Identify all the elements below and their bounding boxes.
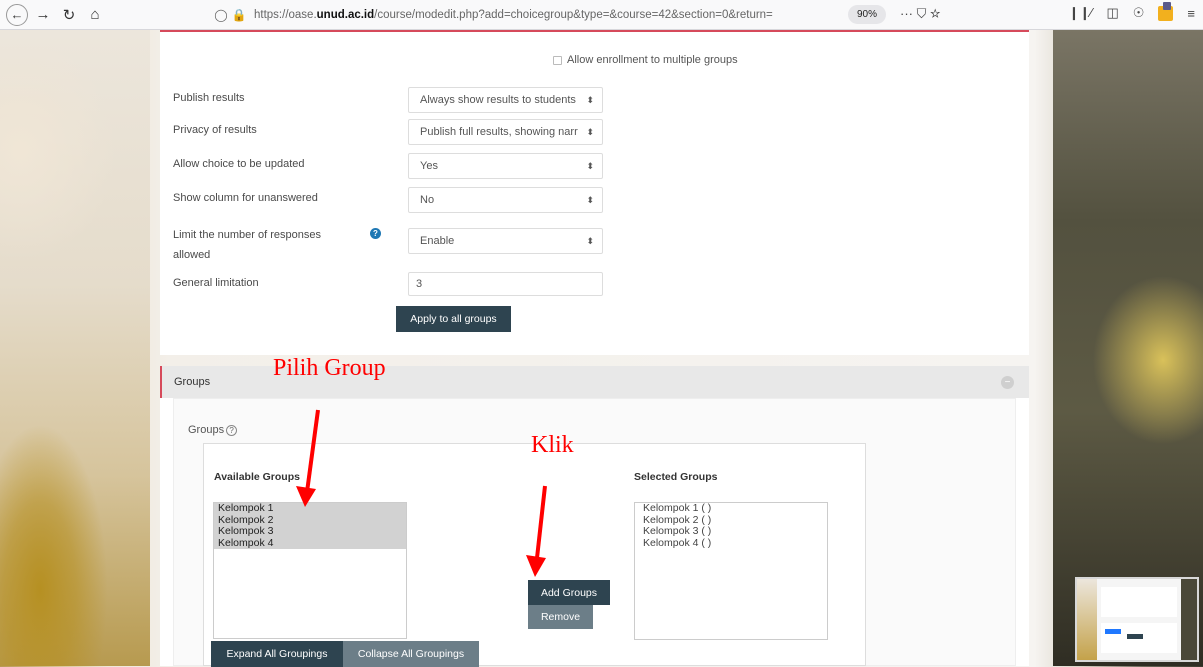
- annotation-arrows: [296, 409, 547, 577]
- arrow-to-add-groups: [526, 485, 547, 577]
- thumbnail-panel: [1101, 587, 1177, 617]
- thumbnail-left-edge: [1077, 579, 1097, 660]
- thumbnail-highlight: [1105, 629, 1121, 634]
- thumbnail-button: [1127, 634, 1143, 639]
- arrow-to-available-groups: [296, 409, 320, 507]
- thumbnail-right-edge: [1181, 579, 1197, 660]
- screenshot-thumbnail[interactable]: [1075, 577, 1199, 662]
